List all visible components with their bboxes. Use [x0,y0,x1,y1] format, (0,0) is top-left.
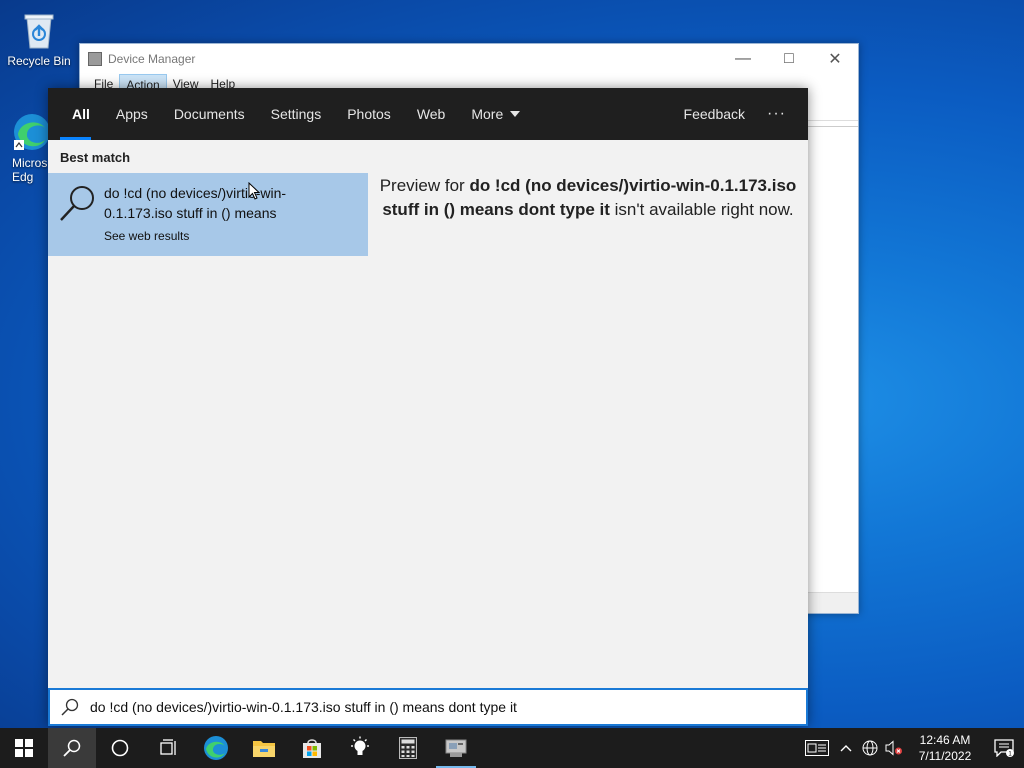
store-icon [303,739,321,758]
device-tree-pane[interactable] [807,126,858,593]
minimize-button[interactable]: — [720,44,766,74]
preview-message: Preview for do !cd (no devices/)virtio-w… [372,174,804,222]
tab-settings[interactable]: Settings [258,88,335,140]
device-manager-icon [445,739,467,757]
clock[interactable]: 12:46 AM 7/11/2022 [906,732,984,764]
system-tray: 12:46 AM 7/11/2022 1 [800,728,1024,768]
search-panel: All Apps Documents Settings Photos Web M… [48,88,808,726]
tab-all[interactable]: All [48,88,103,140]
device-manager-titlebar[interactable]: Device Manager — □ ✕ [80,44,858,74]
task-view-icon [160,739,176,755]
device-manager-icon [88,52,102,66]
edge-icon [204,736,228,760]
file-explorer-icon [253,741,275,757]
search-icon [58,183,98,223]
show-hidden-icons-button[interactable] [834,728,858,768]
tab-label: More [471,106,504,122]
tab-label: Web [416,106,446,122]
start-button[interactable] [0,728,48,768]
tab-documents[interactable]: Documents [161,88,258,140]
tab-label: Documents [173,106,245,122]
more-options-button[interactable]: ··· [767,105,808,123]
best-match-result[interactable]: do !cd (no devices/)virtio-win-0.1.173.i… [48,173,368,256]
desktop-icon-label: Micros Edg [12,156,48,184]
tab-photos[interactable]: Photos [334,88,404,140]
tips-icon [351,736,369,755]
search-tabs: All Apps Documents Settings Photos Web M… [48,88,808,140]
clock-date: 7/11/2022 [918,749,972,763]
globe-icon [862,740,878,756]
taskbar-file-explorer[interactable] [240,728,288,768]
taskbar: 12:46 AM 7/11/2022 1 [0,728,1024,768]
action-center-button[interactable]: 1 [984,728,1024,768]
notification-icon: 1 [994,739,1014,757]
preview-suffix: isn't available right now. [609,200,794,219]
tab-more[interactable]: More [458,88,533,140]
taskbar-search-button[interactable] [48,728,96,768]
tab-label: Settings [270,106,322,122]
cortana-icon [111,739,129,757]
taskbar-edge[interactable] [192,728,240,768]
taskbar-store[interactable] [288,728,336,768]
volume-muted-icon [885,740,902,756]
tab-label: Apps [115,106,148,122]
recycle-bin-icon [17,8,61,52]
feedback-button[interactable]: Feedback [662,106,767,122]
preview-prefix: Preview for [379,176,470,195]
preview-pane: Preview for do !cd (no devices/)virtio-w… [368,140,808,688]
taskbar-tips[interactable] [336,728,384,768]
tab-web[interactable]: Web [404,88,459,140]
best-match-heading: Best match [60,150,131,165]
chevron-up-icon [840,745,852,752]
clock-time: 12:46 AM [919,733,971,747]
tab-label: Photos [347,106,391,122]
taskbar-calculator[interactable] [384,728,432,768]
input-indicator[interactable] [800,728,834,768]
calculator-icon [399,737,417,759]
caret-down-icon [510,111,521,117]
maximize-button[interactable]: □ [766,44,812,74]
task-view-button[interactable] [144,728,192,768]
mouse-cursor-icon [248,182,260,200]
search-box[interactable] [48,688,808,726]
network-button[interactable] [858,728,882,768]
close-button[interactable]: ✕ [812,44,858,74]
windows-start-icon [15,739,33,757]
search-icon [60,697,80,717]
result-subtitle: See web results [104,229,190,243]
taskbar-device-manager[interactable] [432,728,480,768]
tab-label: All [72,106,90,122]
search-input[interactable] [88,698,772,716]
desktop-icon-recycle-bin[interactable]: Recycle Bin [4,8,74,68]
volume-button[interactable] [882,728,906,768]
window-title: Device Manager [108,52,196,66]
tab-apps[interactable]: Apps [103,88,161,140]
search-icon [63,739,81,757]
cortana-button[interactable] [96,728,144,768]
result-title: do !cd (no devices/)virtio-win-0.1.173.i… [104,185,287,221]
keyboard-icon [805,740,829,756]
results-list: Best match do !cd (no devices/)virtio-wi… [48,140,368,688]
desktop-icon-label: Recycle Bin [7,54,71,68]
